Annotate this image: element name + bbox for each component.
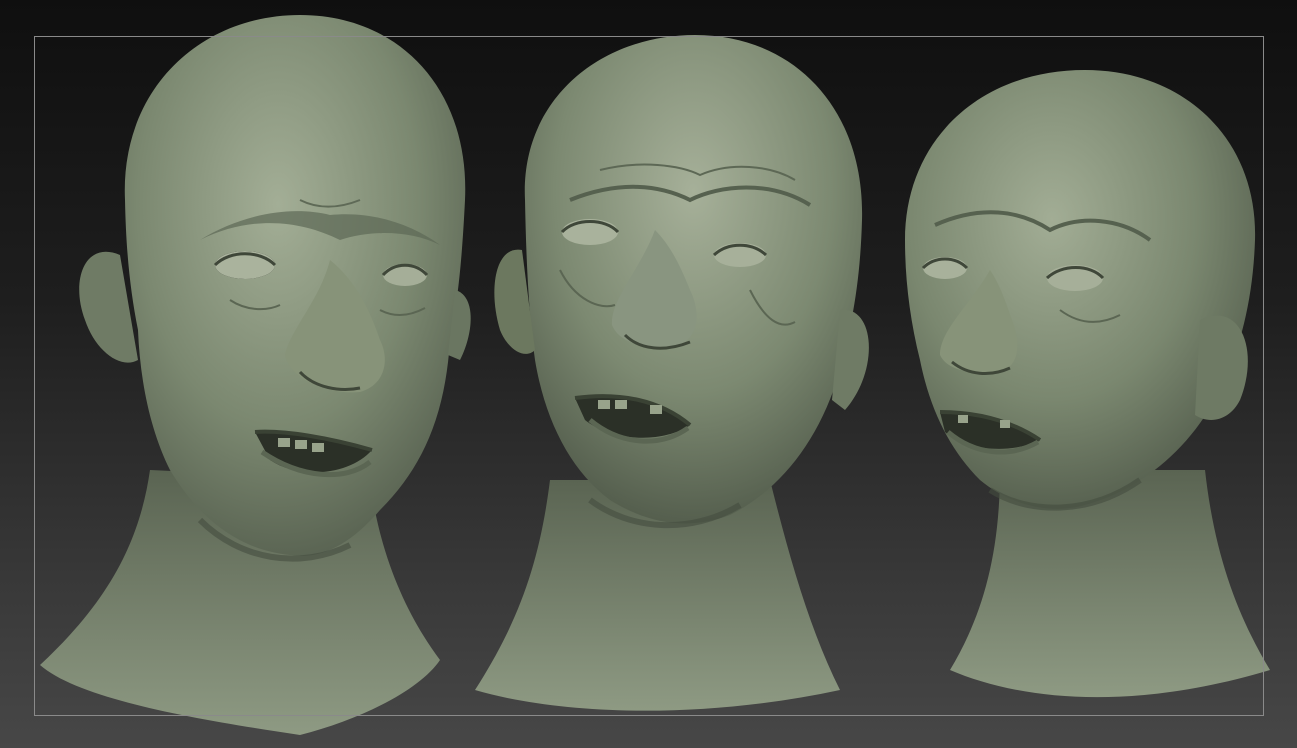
zbrush-viewport-canvas[interactable] — [0, 0, 1297, 748]
sculpt-render — [40, 15, 1270, 735]
head-sculpt-right[interactable] — [905, 70, 1270, 698]
head-sculpt-left[interactable] — [40, 15, 471, 735]
head-sculpt-center[interactable] — [475, 35, 869, 711]
